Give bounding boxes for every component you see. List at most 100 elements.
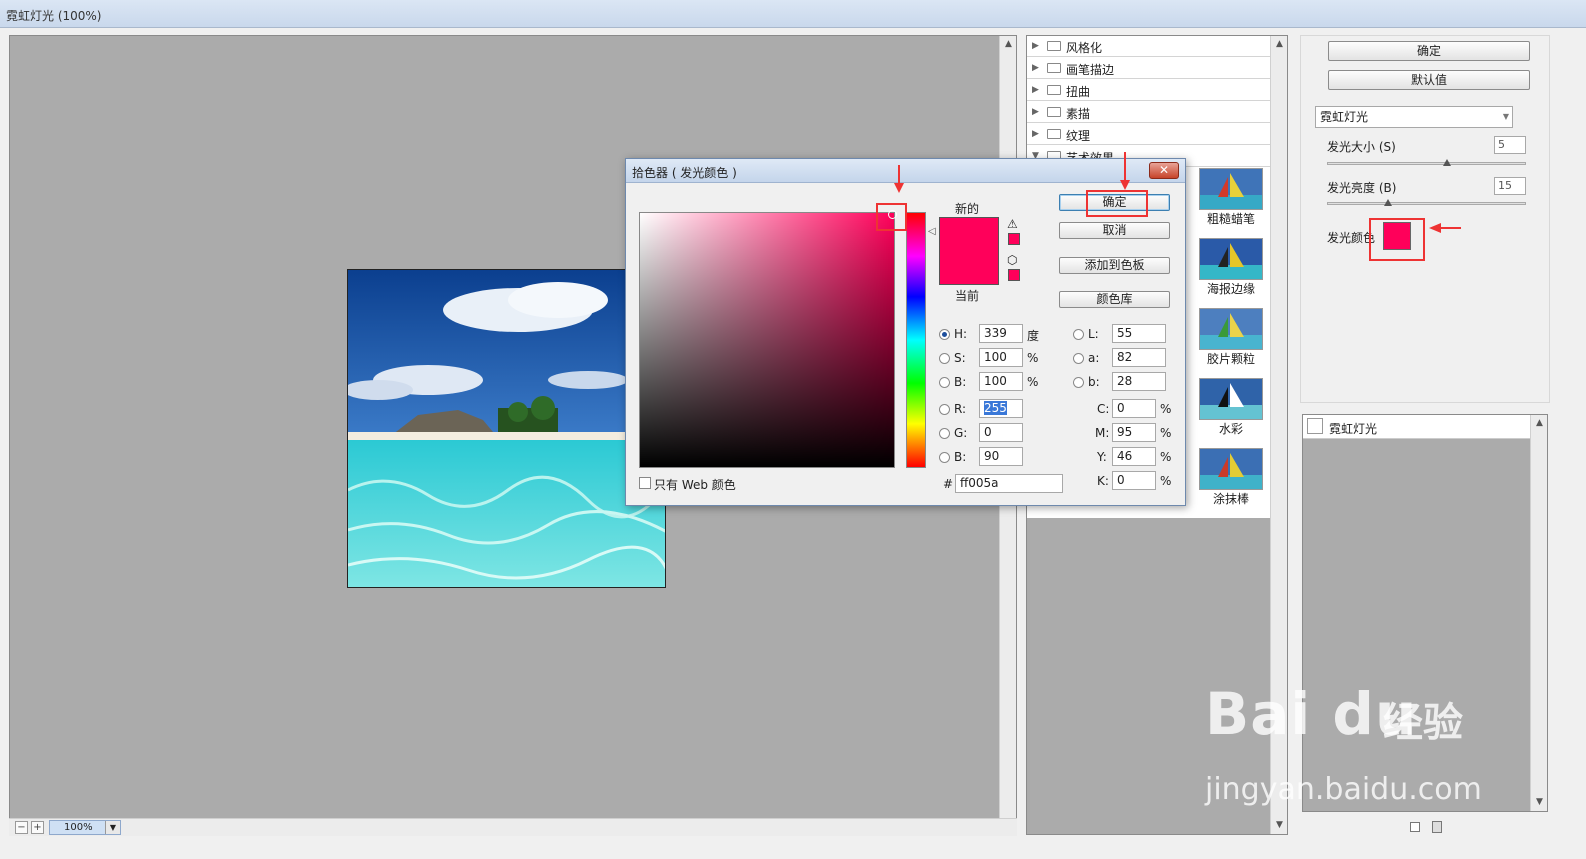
radio-lab-b[interactable] (1073, 377, 1084, 388)
filter-select[interactable]: 霓虹灯光 ▼ (1315, 106, 1513, 128)
radio-a[interactable] (1073, 353, 1084, 364)
hue-slider[interactable] (906, 212, 926, 468)
thumb-label: 水彩 (1218, 422, 1243, 436)
glow-brightness-slider[interactable] (1327, 199, 1526, 206)
scroll-up-icon[interactable]: ▲ (1000, 36, 1016, 53)
color-libraries-button[interactable]: 颜色库 (1059, 291, 1170, 308)
color-field[interactable] (639, 210, 897, 468)
c-input[interactable]: 0 (1112, 399, 1156, 418)
settings-panel: 确定 默认值 霓虹灯光 ▼ 发光大小 (S) 5 发光亮度 (B) 15 发光颜… (1300, 35, 1550, 403)
l-input[interactable]: 55 (1112, 324, 1166, 343)
radio-r[interactable] (939, 404, 950, 415)
filter-thumbnail[interactable] (1199, 238, 1263, 280)
expand-icon[interactable]: ▶ (1032, 41, 1039, 51)
layers-vscroll[interactable]: ▲ ▼ (1530, 415, 1547, 811)
slider-handle[interactable] (1383, 199, 1392, 206)
filter-category[interactable]: ▶ 扭曲 (1027, 80, 1272, 101)
filter-category-label: 素描 (1066, 107, 1091, 121)
current-color-label: 当前 (955, 289, 980, 303)
radio-b[interactable] (939, 377, 950, 388)
thumb-label: 涂抹棒 (1212, 492, 1249, 506)
expand-icon[interactable]: ▶ (1032, 63, 1039, 73)
thumb-label: 胶片颗粒 (1206, 352, 1255, 366)
add-to-swatches-button[interactable]: 添加到色板 (1059, 257, 1170, 274)
lab-b-input[interactable]: 28 (1112, 372, 1166, 391)
default-button[interactable]: 默认值 (1328, 70, 1530, 90)
hex-input[interactable]: ff005a (955, 474, 1063, 493)
m-input[interactable]: 95 (1112, 423, 1156, 442)
filter-thumbnail[interactable] (1199, 448, 1263, 490)
color-picker-dialog: 拾色器 ( 发光颜色 ) ✕ ◁ 新的 当前 ⚠ ⬡ 确定 取消 添加到色板 颜… (625, 158, 1186, 506)
l-label: L: (1088, 327, 1099, 341)
visibility-icon[interactable] (1307, 418, 1323, 434)
highlight-box (1086, 190, 1148, 217)
glow-size-slider[interactable] (1327, 159, 1526, 166)
chevron-down-icon[interactable]: ▼ (1503, 107, 1509, 127)
blue-label: B: (954, 450, 967, 464)
r-input[interactable]: 255 (979, 399, 1023, 418)
percent-unit: % (1027, 375, 1039, 389)
glow-size-input[interactable]: 5 (1494, 136, 1526, 154)
sailboat-thumb (1200, 309, 1262, 349)
close-icon[interactable]: ✕ (1149, 162, 1179, 179)
zoom-select[interactable]: 100% ▼ (49, 820, 121, 835)
filter-thumbnail[interactable] (1199, 168, 1263, 210)
filter-select-value: 霓虹灯光 (1320, 110, 1369, 124)
radio-s[interactable] (939, 353, 950, 364)
filter-vscroll[interactable]: ▲ ▼ (1270, 36, 1287, 834)
radio-g[interactable] (939, 428, 950, 439)
k-input[interactable]: 0 (1112, 471, 1156, 490)
glow-brightness-label: 发光亮度 (B) (1327, 181, 1397, 195)
gamut-warning-icon[interactable]: ⚠ (1007, 217, 1018, 231)
hue-pointer-icon[interactable]: ◁ (928, 226, 936, 237)
highlight-box (876, 203, 907, 231)
scroll-up-icon[interactable]: ▲ (1531, 415, 1548, 432)
radio-h[interactable] (939, 329, 950, 340)
glow-brightness-input[interactable]: 15 (1494, 177, 1526, 195)
radio-l[interactable] (1073, 329, 1084, 340)
effect-layer-row[interactable]: 霓虹灯光 (1303, 415, 1532, 439)
filter-thumbnail[interactable] (1199, 378, 1263, 420)
zoom-out-button[interactable]: − (15, 821, 28, 834)
web-cube-icon[interactable]: ⬡ (1007, 253, 1017, 267)
effect-layers-panel: 霓虹灯光 ▲ ▼ (1302, 414, 1548, 812)
sailboat-thumb (1200, 239, 1262, 279)
scroll-up-icon[interactable]: ▲ (1271, 36, 1288, 53)
r-label: R: (954, 402, 967, 416)
sailboat-thumb (1200, 449, 1262, 489)
filter-category[interactable]: ▶ 风格化 (1027, 36, 1272, 57)
expand-icon[interactable]: ▶ (1032, 85, 1039, 95)
scroll-down-icon[interactable]: ▼ (1271, 817, 1288, 834)
filter-category[interactable]: ▶ 画笔描边 (1027, 58, 1272, 79)
picker-cancel-button[interactable]: 取消 (1059, 222, 1170, 239)
b-input[interactable]: 100 (979, 372, 1023, 391)
filter-thumbnail[interactable] (1199, 308, 1263, 350)
s-input[interactable]: 100 (979, 348, 1023, 367)
percent-unit: % (1160, 474, 1172, 488)
new-layer-icon[interactable] (1410, 822, 1420, 832)
a-input[interactable]: 82 (1112, 348, 1166, 367)
web-swatch[interactable] (1008, 269, 1020, 281)
h-input[interactable]: 339 (979, 324, 1023, 343)
scroll-down-icon[interactable]: ▼ (1531, 794, 1548, 811)
trash-icon[interactable] (1432, 821, 1442, 833)
r-value: 255 (984, 401, 1007, 415)
expand-icon[interactable]: ▶ (1032, 107, 1039, 117)
radio-bv[interactable] (939, 452, 950, 463)
chevron-down-icon[interactable]: ▼ (105, 821, 120, 834)
ok-button[interactable]: 确定 (1328, 41, 1530, 61)
y-input[interactable]: 46 (1112, 447, 1156, 466)
slider-handle[interactable] (1443, 159, 1452, 166)
gamut-swatch[interactable] (1008, 233, 1020, 245)
filter-category[interactable]: ▶ 纹理 (1027, 124, 1272, 145)
h-label: H: (954, 327, 968, 341)
g-label: G: (954, 426, 968, 440)
zoom-in-button[interactable]: + (31, 821, 44, 834)
thumb-label: 粗糙蜡笔 (1206, 212, 1255, 226)
g-input[interactable]: 0 (979, 423, 1023, 442)
new-current-swatch[interactable] (939, 217, 999, 285)
filter-category[interactable]: ▶ 素描 (1027, 102, 1272, 123)
blue-input[interactable]: 90 (979, 447, 1023, 466)
expand-icon[interactable]: ▶ (1032, 129, 1039, 139)
web-only-checkbox[interactable] (639, 477, 651, 489)
